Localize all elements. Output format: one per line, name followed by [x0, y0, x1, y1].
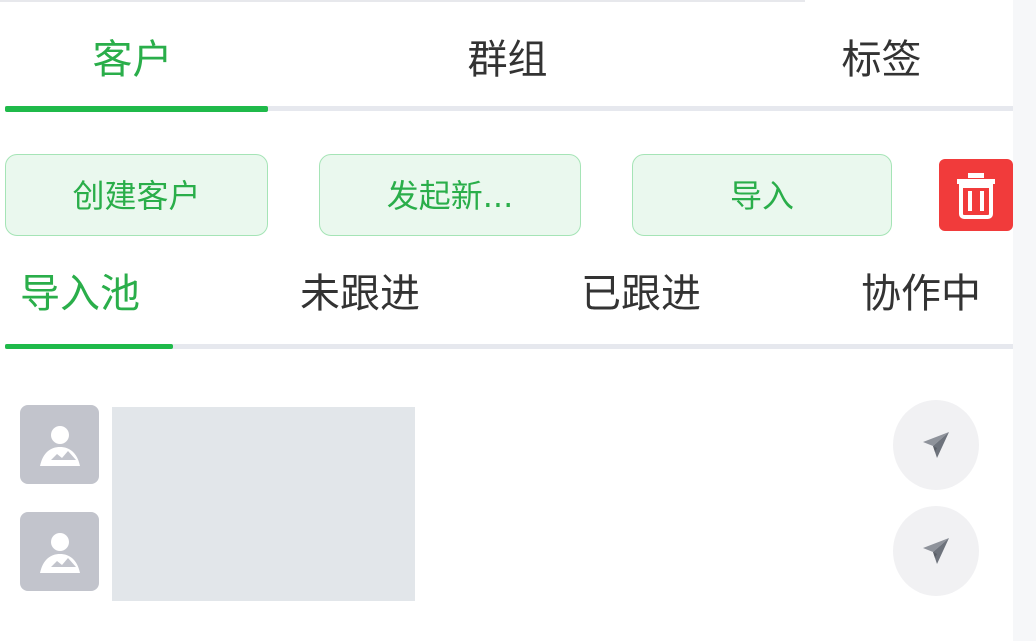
tab-tags[interactable]: 标签 — [804, 32, 959, 88]
delete-button[interactable] — [939, 159, 1013, 231]
avatar — [20, 405, 99, 484]
tab-followed[interactable]: 已跟进 — [581, 266, 701, 322]
tab-groups[interactable]: 群组 — [430, 32, 585, 88]
tab-collaborating[interactable]: 协作中 — [861, 266, 981, 322]
sub-tabs: 导入池 未跟进 已跟进 协作中 — [0, 258, 1013, 353]
person-icon — [39, 532, 80, 573]
main-tabs: 客户 群组 标签 — [0, 0, 1013, 112]
avatar — [20, 512, 99, 591]
tab-not-followed[interactable]: 未跟进 — [300, 266, 420, 322]
person-icon — [39, 425, 80, 466]
customer-names-placeholder — [112, 407, 415, 601]
tab-import-pool[interactable]: 导入池 — [20, 266, 140, 322]
main-tab-indicator — [5, 106, 268, 112]
scroll-strip — [1013, 0, 1036, 641]
sub-tab-indicator — [5, 344, 173, 349]
send-button[interactable] — [893, 506, 979, 596]
start-new-button[interactable]: 发起新... — [319, 154, 581, 236]
create-customer-button[interactable]: 创建客户 — [5, 154, 268, 236]
send-button[interactable] — [893, 400, 979, 490]
trash-icon — [957, 173, 995, 219]
tab-customers[interactable]: 客户 — [55, 32, 210, 88]
import-button[interactable]: 导入 — [632, 154, 892, 236]
send-icon — [923, 538, 949, 564]
send-icon — [923, 432, 949, 458]
